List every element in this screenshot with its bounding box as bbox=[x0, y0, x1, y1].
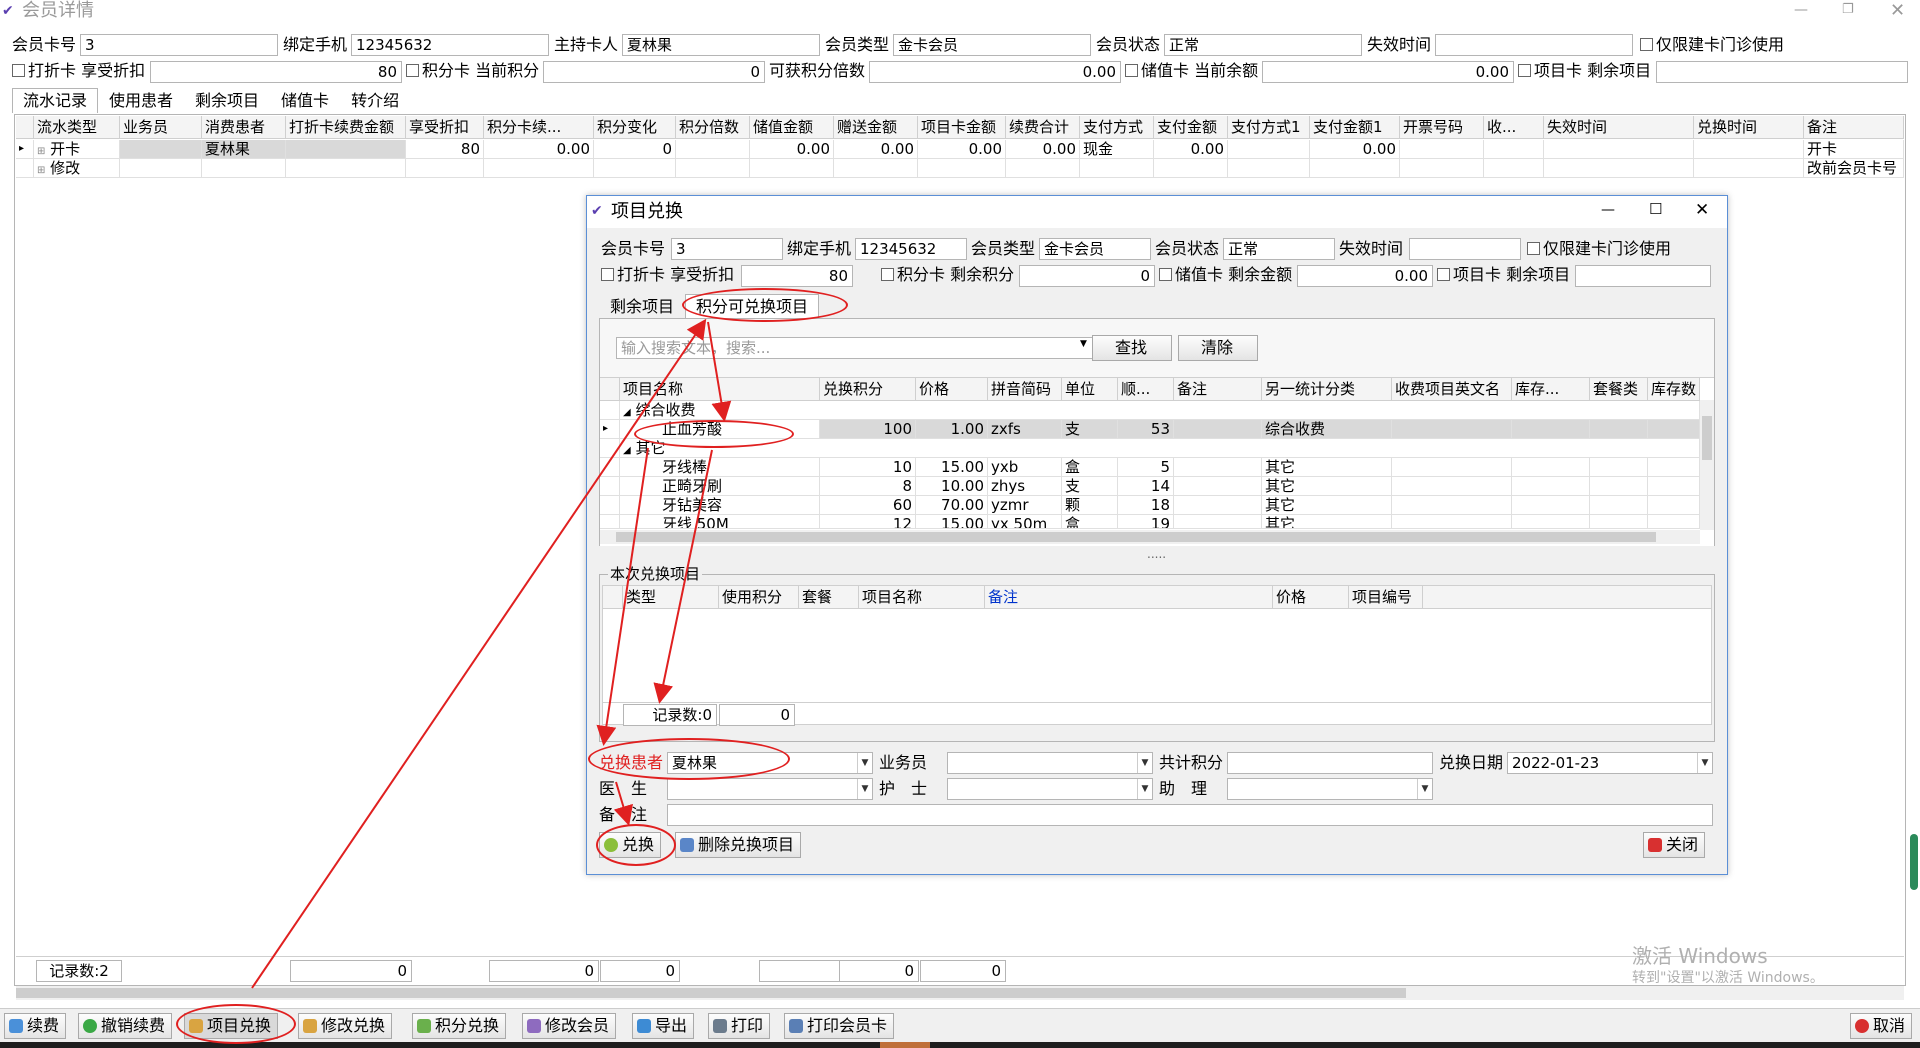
arrow-patient-to-exchange bbox=[613, 781, 633, 826]
arrow-list-to-patient bbox=[596, 447, 649, 746]
arrow-item-to-list bbox=[653, 449, 713, 704]
annotation-arrows bbox=[251, 318, 732, 989]
arrow-tab-to-item bbox=[707, 321, 732, 422]
arrow-toolbar-to-tab bbox=[251, 318, 707, 989]
